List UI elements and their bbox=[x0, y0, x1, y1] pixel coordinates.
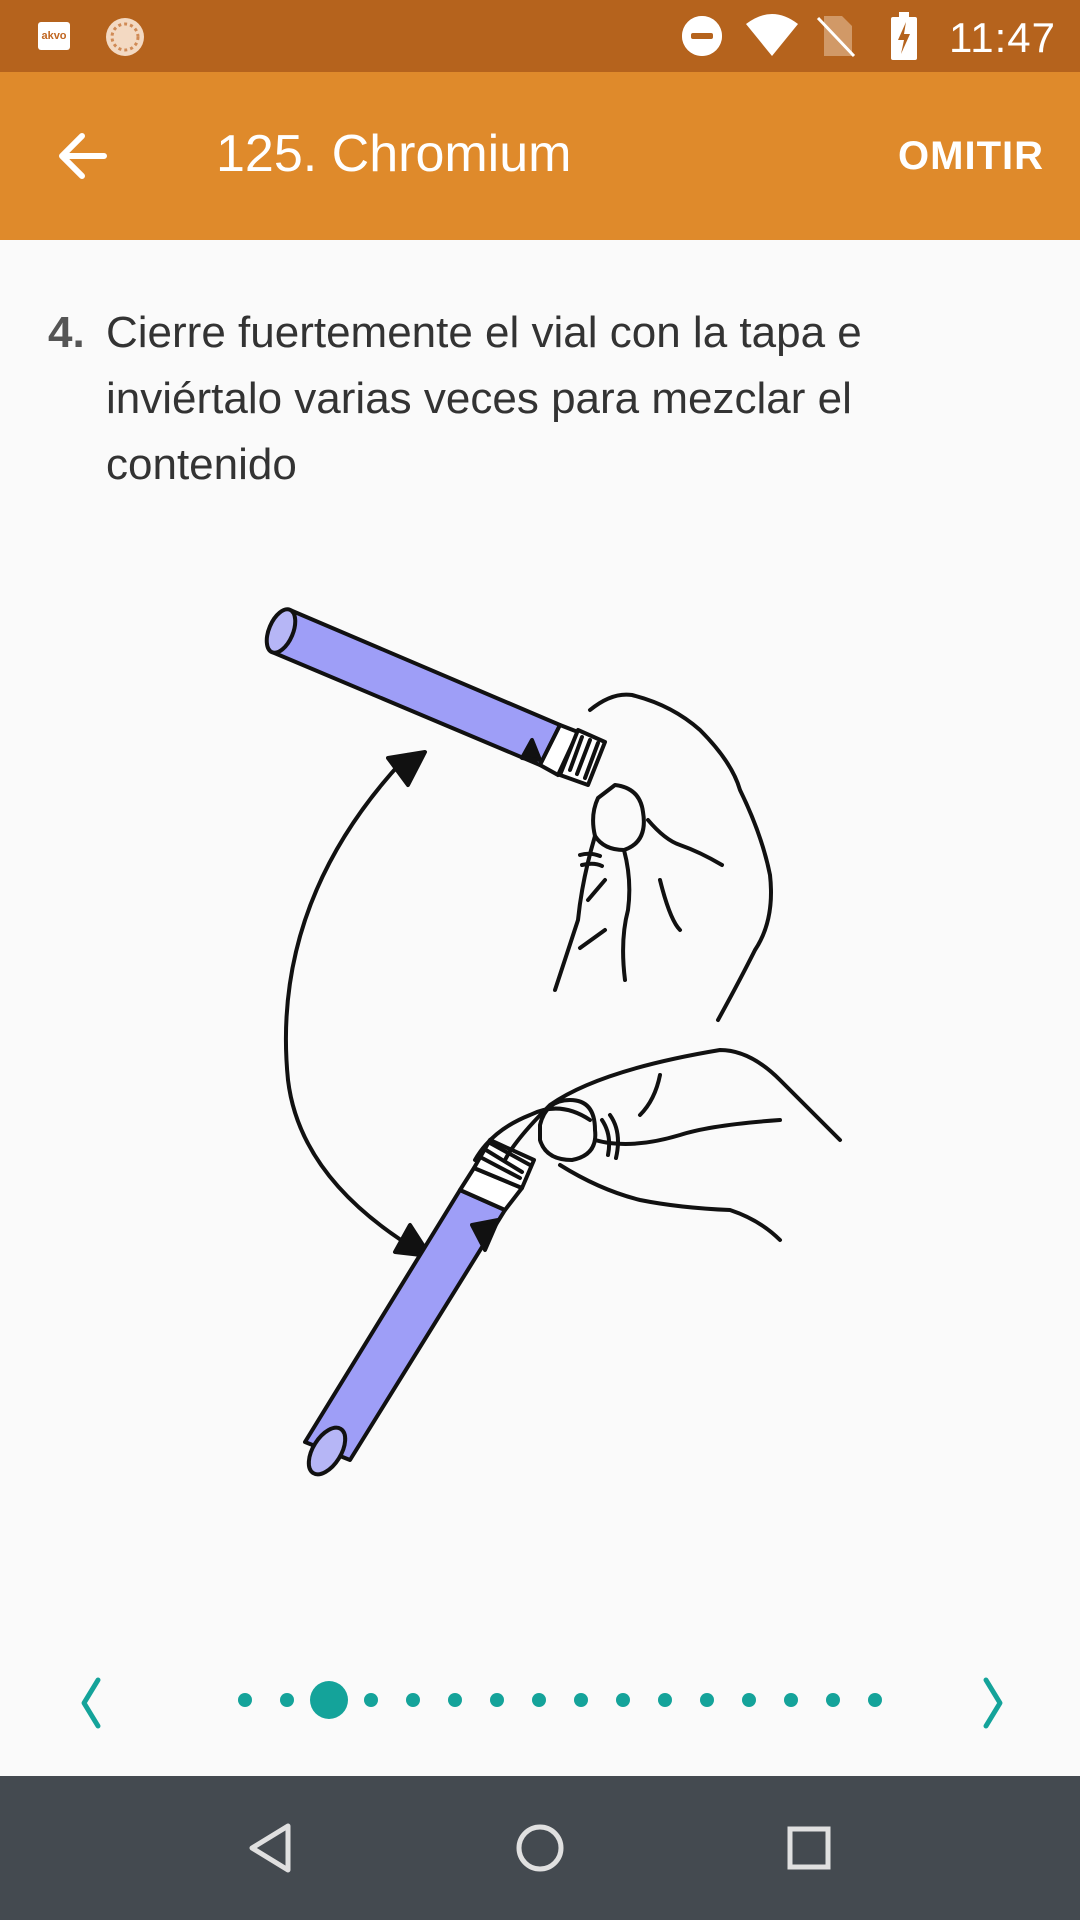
page-dot bbox=[616, 1693, 630, 1707]
akvo-icon: akvo bbox=[38, 22, 70, 50]
home-circle-icon[interactable] bbox=[504, 1812, 576, 1884]
page-dot bbox=[700, 1693, 714, 1707]
page-dot-active bbox=[310, 1681, 348, 1719]
page-dot bbox=[826, 1693, 840, 1707]
recents-square-icon[interactable] bbox=[773, 1812, 845, 1884]
page-dot bbox=[280, 1693, 294, 1707]
battery-charging-icon bbox=[891, 12, 917, 60]
page-dot bbox=[532, 1693, 546, 1707]
page-dot bbox=[742, 1693, 756, 1707]
wifi-icon bbox=[746, 14, 798, 56]
bottom-vial bbox=[303, 1138, 536, 1477]
page-dot bbox=[658, 1693, 672, 1707]
app-bar: 125. Chromium OMITIR bbox=[0, 72, 1080, 240]
system-navigation-bar bbox=[0, 1776, 1080, 1920]
skip-button[interactable]: OMITIR bbox=[898, 134, 1044, 179]
step-text: Cierre fuertemente el vial con la tapa e… bbox=[106, 308, 862, 489]
page-indicator bbox=[230, 1650, 882, 1750]
no-sim-icon bbox=[816, 16, 856, 58]
sync-icon bbox=[106, 18, 144, 56]
chevron-left-icon[interactable] bbox=[62, 1668, 122, 1738]
top-vial bbox=[264, 607, 607, 787]
page-dot bbox=[238, 1693, 252, 1707]
status-bar: akvo 11:47 bbox=[0, 0, 1080, 72]
page-dot bbox=[448, 1693, 462, 1707]
arrow-back-icon[interactable] bbox=[48, 118, 124, 194]
clock: 11:47 bbox=[949, 14, 1056, 61]
page-dot bbox=[364, 1693, 378, 1707]
page-title: 125. Chromium bbox=[216, 125, 572, 183]
page-dot bbox=[868, 1693, 882, 1707]
page-dot bbox=[490, 1693, 504, 1707]
page-dot bbox=[574, 1693, 588, 1707]
back-triangle-icon[interactable] bbox=[234, 1812, 306, 1884]
step-number: 4. bbox=[48, 308, 85, 357]
pager bbox=[0, 1650, 1080, 1750]
page-dot bbox=[784, 1693, 798, 1707]
do-not-disturb-icon bbox=[682, 16, 722, 56]
page-dot bbox=[406, 1693, 420, 1707]
chevron-right-icon[interactable] bbox=[962, 1668, 1022, 1738]
vial-inversion-illustration bbox=[264, 607, 842, 1477]
